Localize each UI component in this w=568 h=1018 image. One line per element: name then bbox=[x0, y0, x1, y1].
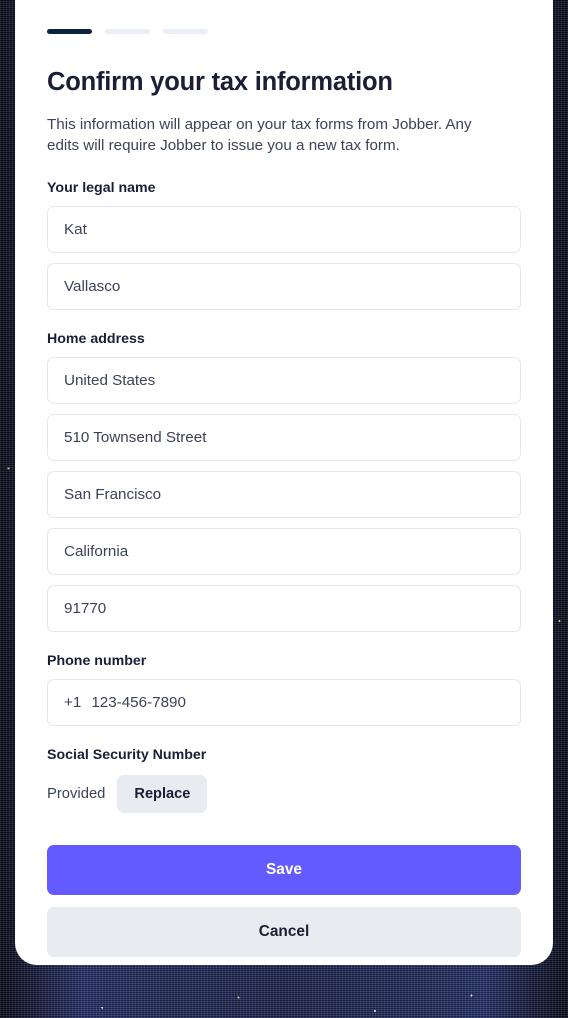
city-input[interactable]: San Francisco bbox=[47, 470, 521, 518]
progress-step-1 bbox=[47, 29, 92, 34]
last-name-input[interactable]: Vallasco bbox=[47, 262, 521, 310]
legal-name-label: Your legal name bbox=[47, 179, 156, 196]
page-title: Confirm your tax information bbox=[47, 68, 393, 96]
phone-number-group: Phone number +1 123-456-7890 bbox=[47, 653, 521, 726]
address-line1-input[interactable]: 510 Townsend Street bbox=[47, 413, 521, 461]
first-name-input[interactable]: Kat bbox=[47, 205, 521, 253]
phone-number-label: Phone number bbox=[47, 652, 147, 669]
ssn-label: Social Security Number bbox=[47, 746, 207, 763]
progress-indicator bbox=[47, 0, 521, 34]
home-address-label: Home address bbox=[47, 330, 145, 347]
tax-information-sheet: Confirm your tax information This inform… bbox=[15, 0, 553, 965]
phone-number-value: 123-456-7890 bbox=[91, 693, 186, 711]
replace-ssn-button[interactable]: Replace bbox=[117, 774, 208, 813]
phone-number-input[interactable]: +1 123-456-7890 bbox=[47, 678, 521, 726]
progress-step-3 bbox=[163, 29, 208, 34]
state-input[interactable]: California bbox=[47, 527, 521, 575]
postal-code-input[interactable]: 91770 bbox=[47, 584, 521, 632]
cancel-button[interactable]: Cancel bbox=[47, 906, 521, 957]
legal-name-group: Your legal name Kat Vallasco bbox=[47, 180, 521, 310]
save-button[interactable]: Save bbox=[47, 844, 521, 895]
ssn-group: Social Security Number Provided Replace bbox=[47, 747, 521, 813]
phone-country-code: +1 bbox=[64, 693, 82, 711]
page-subtitle: This information will appear on your tax… bbox=[47, 115, 472, 154]
country-input[interactable]: United States bbox=[47, 356, 521, 404]
ssn-status: Provided bbox=[47, 785, 106, 802]
form-actions: Save Cancel bbox=[47, 844, 521, 957]
ssn-row: Provided Replace bbox=[47, 774, 521, 813]
home-address-group: Home address United States 510 Townsend … bbox=[47, 331, 521, 632]
progress-step-2 bbox=[105, 29, 150, 34]
